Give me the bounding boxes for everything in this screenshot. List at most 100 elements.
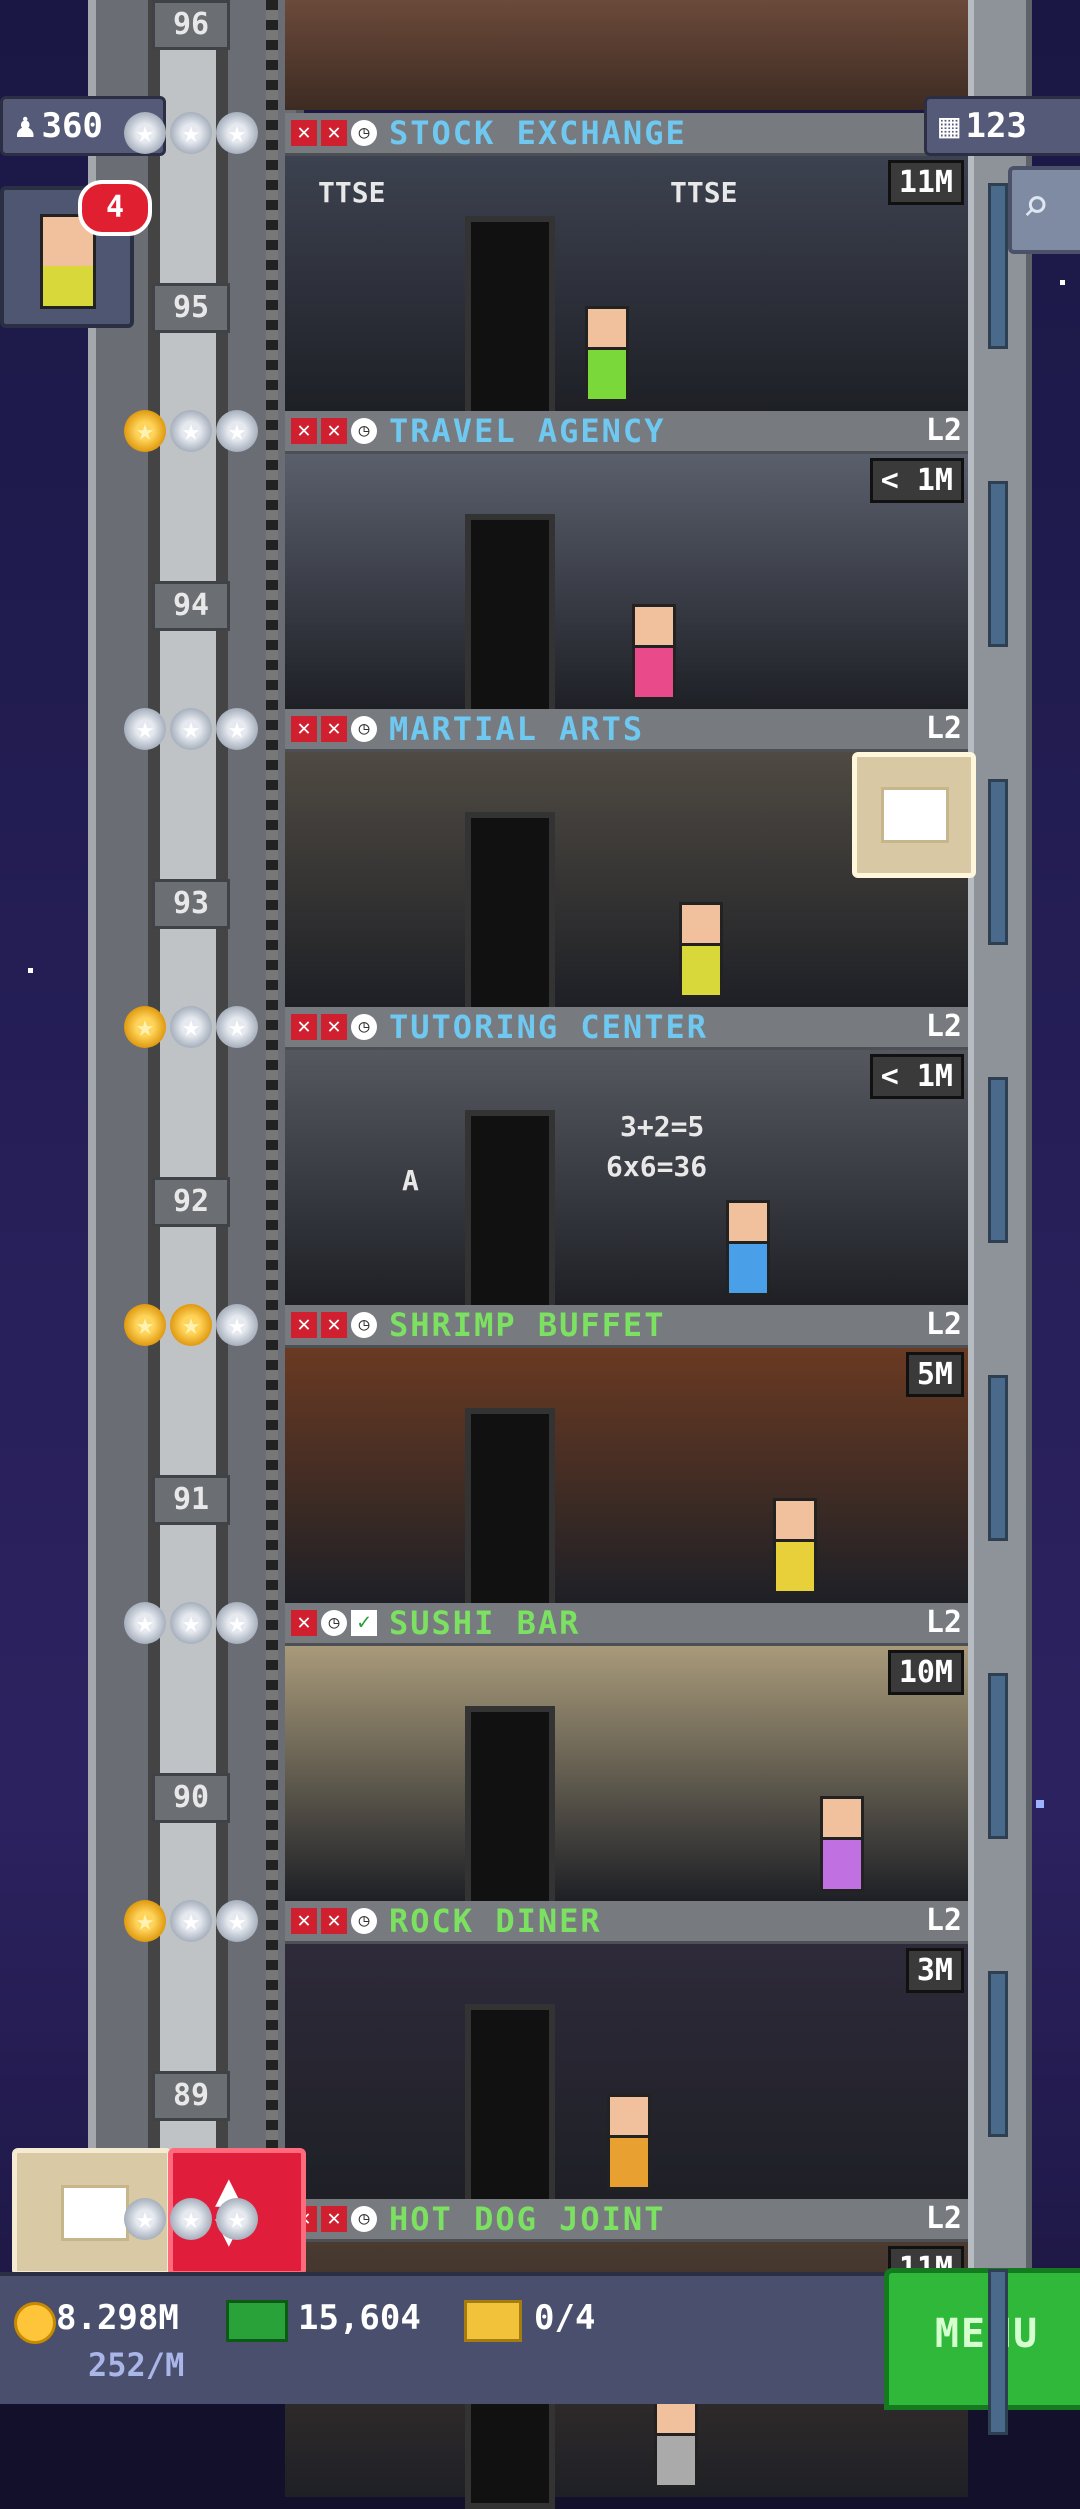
floor-room[interactable]: < 1M (285, 454, 968, 721)
empty-star-icon: ★ (216, 2198, 258, 2240)
floor-header[interactable]: ✕ ✕ ◷ STOCK EXCHANGE (285, 113, 968, 156)
unstocked-x-icon: ✕ (321, 716, 347, 742)
unstocked-x-icon: ✕ (291, 716, 317, 742)
floor-level: L2 (925, 711, 962, 746)
population-value: 360 (41, 106, 103, 146)
floor-room[interactable]: 10M (285, 1646, 968, 1913)
floor-name: STOCK EXCHANGE (389, 114, 687, 152)
floor-name: SHRIMP BUFFET (389, 1306, 666, 1344)
floor-level: L2 (925, 2201, 962, 2236)
floor-name: SUSHI BAR (389, 1604, 581, 1642)
floor-name: ROCK DINER (389, 1902, 602, 1940)
floor-count-value: 123 (965, 106, 1027, 146)
bitizen-body (632, 648, 676, 700)
star-particle (28, 968, 33, 973)
empty-star-icon: ★ (170, 1602, 212, 1644)
gold-star-icon: ★ (124, 1304, 166, 1346)
bitizen[interactable] (607, 2094, 651, 2190)
unstocked-x-icon: ✕ (291, 1312, 317, 1338)
unstocked-x-icon: ✕ (291, 1014, 317, 1040)
ttse-sign: TTSE (670, 176, 738, 209)
bitizen[interactable] (679, 902, 723, 998)
floor-name: HOT DOG JOINT (389, 2200, 666, 2238)
gold-star-icon: ★ (124, 1900, 166, 1942)
tower-window (988, 1375, 1008, 1541)
floor-status-icons: ✕✕◷ (291, 1312, 377, 1338)
clock-icon: ◷ (351, 1312, 377, 1338)
coin-icon (14, 2302, 56, 2344)
unstocked-x-icon: ✕ (291, 1908, 317, 1934)
floor-room[interactable]: 3M (285, 1944, 968, 2211)
bitizen[interactable] (654, 2392, 698, 2488)
floor-name: TUTORING CENTER (389, 1008, 708, 1046)
floor-header[interactable]: ✕ ✕ ◷ ROCK DINER L2 (285, 1901, 968, 1944)
unstocked-x-icon: ✕ (291, 418, 317, 444)
floor-status-icons: ✕✕◷ (291, 418, 377, 444)
floor-header[interactable]: ✕ ✕ ◷ TUTORING CENTER L2 (285, 1007, 968, 1050)
unstocked-x-icon: ✕ (291, 1610, 317, 1636)
floor-partial-top[interactable] (285, 0, 968, 110)
floor-number: 90 (152, 1773, 230, 1823)
ticket-icon (464, 2300, 522, 2342)
floor-2[interactable]: ✕ ✕ ◷ TRAVEL AGENCY L2 < 1M (285, 411, 968, 721)
bitizen[interactable] (726, 1200, 770, 1296)
bitizen[interactable] (820, 1796, 864, 1892)
search-button[interactable]: ⌕ (1008, 166, 1080, 254)
bitizen-body (679, 946, 723, 998)
bux-value: 15,604 (298, 2298, 421, 2338)
room-door (465, 2004, 555, 2211)
floor-stars: ★ ★ ★ (124, 708, 258, 750)
floor-room[interactable]: 11M (285, 156, 968, 423)
floor-stars: ★ ★ ★ (124, 112, 258, 154)
floor-header[interactable]: ✕ ✕ ◷ MARTIAL ARTS L2 (285, 709, 968, 752)
floor-counter[interactable]: ▦ 123 (924, 96, 1080, 156)
coins-value: 8.298M (56, 2298, 179, 2338)
floor-number: 94 (152, 581, 230, 631)
floor-number: 91 (152, 1475, 230, 1525)
bitizen[interactable] (585, 306, 629, 402)
unstocked-x-icon: ✕ (321, 1312, 347, 1338)
menu-button[interactable]: MENU (884, 2268, 1080, 2410)
bitizen[interactable] (632, 604, 676, 700)
floor-room[interactable]: 5M (285, 1348, 968, 1615)
bitizen[interactable] (773, 1498, 817, 1594)
floor-header[interactable]: ✕ ◷ ✓ SUSHI BAR L2 (285, 1603, 968, 1646)
time-badge: 3M (905, 1948, 964, 1993)
person-icon: ♟ (15, 106, 36, 146)
empty-star-icon: ★ (124, 2198, 166, 2240)
check-icon: ✓ (351, 1610, 377, 1636)
floor-status-icons: ✕ ◷ ✓ (291, 1610, 377, 1636)
empty-star-icon: ★ (170, 410, 212, 452)
floor-number: 89 (152, 2071, 230, 2121)
unstocked-x-icon: ✕ (321, 2206, 347, 2232)
floor-5[interactable]: ✕ ✕ ◷ SHRIMP BUFFET L2 5M (285, 1305, 968, 1615)
clock-icon: ◷ (351, 1014, 377, 1040)
bux-icon (226, 2300, 288, 2342)
floor-1[interactable]: ✕ ✕ ◷ STOCK EXCHANGE 11M (285, 113, 968, 423)
coin-rate: 252/M (88, 2346, 185, 2384)
floor-7[interactable]: ✕ ✕ ◷ ROCK DINER L2 3M (285, 1901, 968, 2211)
floor-number: 92 (152, 1177, 230, 1227)
floor-6[interactable]: ✕ ◷ ✓ SUSHI BAR L2 10M (285, 1603, 968, 1913)
empty-star-icon: ★ (216, 708, 258, 750)
floor-header[interactable]: ✕ ✕ ◷ SHRIMP BUFFET L2 (285, 1305, 968, 1348)
floor-level: L2 (925, 1903, 962, 1938)
floor-header[interactable]: ✕ ✕ ◷ TRAVEL AGENCY L2 (285, 411, 968, 454)
ttse-sign: TTSE (318, 176, 386, 209)
bitizen-head (607, 2094, 651, 2138)
floor-header[interactable]: ✕✕◷HOT DOG JOINTL2 (285, 2199, 968, 2242)
floor-level: L2 (925, 413, 962, 448)
clock-icon: ◷ (321, 1610, 347, 1636)
time-badge: < 1M (869, 1054, 964, 1099)
gold-star-icon: ★ (124, 410, 166, 452)
tower-window (988, 481, 1008, 647)
clock-icon: ◷ (351, 1908, 377, 1934)
poster-letter: A (402, 1164, 419, 1197)
empty-star-icon: ★ (124, 112, 166, 154)
floor-number: 96 (152, 0, 230, 50)
chalkboard-text: 3+2=5 (620, 1110, 705, 1143)
bitizen-head (679, 902, 723, 946)
tower-window (988, 2269, 1008, 2435)
collect-box-button[interactable] (852, 752, 976, 878)
bitizen-body (820, 1840, 864, 1892)
